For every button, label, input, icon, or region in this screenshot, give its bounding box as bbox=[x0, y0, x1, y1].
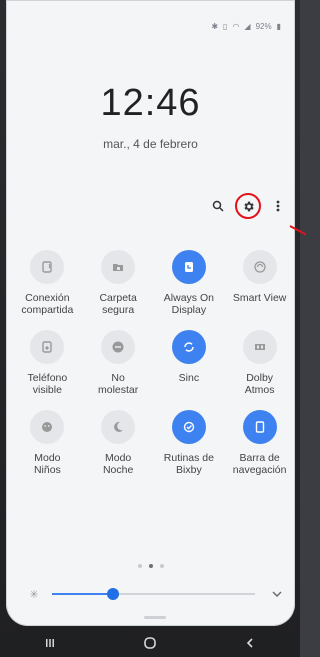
brightness-slider[interactable]: ✳ bbox=[26, 585, 283, 603]
hotspot-icon bbox=[30, 250, 65, 284]
tile-label: Dolby Atmos bbox=[244, 372, 275, 397]
clock: 12:46 bbox=[100, 82, 201, 124]
tile-secure-folder[interactable]: Carpeta segura bbox=[83, 250, 154, 318]
phone-visible-icon bbox=[30, 330, 65, 364]
battery-icon: ▮ bbox=[276, 22, 281, 31]
back-button[interactable] bbox=[234, 632, 266, 654]
tile-label: Teléfono visible bbox=[27, 372, 68, 397]
tile-phone-visible[interactable]: Teléfono visible bbox=[12, 330, 83, 398]
smart-view-icon bbox=[242, 250, 277, 284]
highlight-ring bbox=[235, 193, 261, 219]
tile-label: Smart View bbox=[232, 292, 287, 304]
do-not-disturb-icon bbox=[101, 330, 136, 364]
tile-do-not-disturb[interactable]: No molestar bbox=[83, 330, 154, 398]
back-icon bbox=[246, 637, 253, 648]
more-options-button[interactable] bbox=[269, 197, 287, 215]
page-dot[interactable] bbox=[159, 564, 164, 568]
tile-label: Rutinas de Bixby bbox=[163, 452, 214, 477]
more-icon bbox=[276, 200, 280, 212]
night-mode-icon bbox=[101, 410, 136, 444]
bixby-routines-icon bbox=[171, 410, 206, 444]
tile-night-mode[interactable]: Modo Noche bbox=[83, 410, 154, 478]
tile-dolby-atmos[interactable]: Dolby Atmos bbox=[224, 330, 295, 398]
panel-handle[interactable] bbox=[144, 616, 166, 619]
battery-text: 92% bbox=[255, 22, 272, 31]
tile-smart-view[interactable]: Smart View bbox=[224, 250, 295, 318]
brightness-fill bbox=[52, 593, 113, 595]
status-bar: ✱ ▯ ◠ ◢ 92% ▮ bbox=[211, 22, 281, 31]
brightness-icon: ✳ bbox=[29, 588, 39, 601]
always-on-display-icon bbox=[171, 250, 206, 284]
secure-folder-icon bbox=[101, 250, 136, 284]
tile-label: Conexión compartida bbox=[21, 292, 74, 317]
wifi-icon: ◠ bbox=[232, 22, 240, 31]
panel-toolbar bbox=[209, 193, 287, 219]
page-indicator bbox=[6, 564, 295, 568]
vibrate-icon: ▯ bbox=[223, 22, 228, 31]
dolby-icon bbox=[242, 330, 277, 364]
navigation-bar bbox=[0, 628, 300, 657]
tile-navigation-bar[interactable]: Barra de navegación bbox=[224, 410, 295, 478]
tile-label: Sinc bbox=[178, 372, 200, 384]
tile-label: No molestar bbox=[97, 372, 139, 397]
tile-label: Modo Niños bbox=[33, 452, 61, 477]
home-icon bbox=[144, 636, 156, 649]
quick-settings-panel: ✱ ▯ ◠ ◢ 92% ▮ 12:46 mar., 4 de febrero C… bbox=[6, 0, 295, 626]
brightness-thumb[interactable] bbox=[106, 588, 119, 600]
navigation-bar-icon bbox=[242, 410, 277, 444]
settings-button[interactable] bbox=[235, 193, 261, 219]
bluetooth-icon: ✱ bbox=[211, 22, 219, 31]
kids-mode-icon bbox=[30, 410, 65, 444]
tile-label: Carpeta segura bbox=[99, 292, 137, 317]
recents-icon bbox=[46, 638, 54, 647]
search-icon bbox=[212, 200, 224, 212]
brightness-track[interactable] bbox=[52, 588, 255, 600]
tile-label: Barra de navegación bbox=[232, 452, 287, 477]
tile-kids-mode[interactable]: Modo Niños bbox=[12, 410, 83, 478]
chevron-down-icon bbox=[272, 591, 282, 597]
date: mar., 4 de febrero bbox=[103, 137, 198, 151]
tile-label: Modo Noche bbox=[102, 452, 134, 477]
tile-label: Always On Display bbox=[163, 292, 214, 317]
search-button[interactable] bbox=[209, 197, 227, 215]
sync-icon bbox=[171, 330, 206, 364]
tile-bixby-routines[interactable]: Rutinas de Bixby bbox=[154, 410, 225, 478]
quick-settings-grid: Conexión compartida Carpeta segura Alway… bbox=[12, 250, 295, 478]
expand-button[interactable] bbox=[271, 588, 283, 600]
page-dot-active[interactable] bbox=[148, 564, 153, 568]
home-button[interactable] bbox=[134, 632, 166, 654]
page-dot[interactable] bbox=[137, 564, 142, 568]
tile-sync[interactable]: Sinc bbox=[154, 330, 225, 398]
signal-icon: ◢ bbox=[244, 22, 251, 31]
tile-hotspot[interactable]: Conexión compartida bbox=[12, 250, 83, 318]
recents-button[interactable] bbox=[34, 632, 66, 654]
tile-always-on-display[interactable]: Always On Display bbox=[154, 250, 225, 318]
